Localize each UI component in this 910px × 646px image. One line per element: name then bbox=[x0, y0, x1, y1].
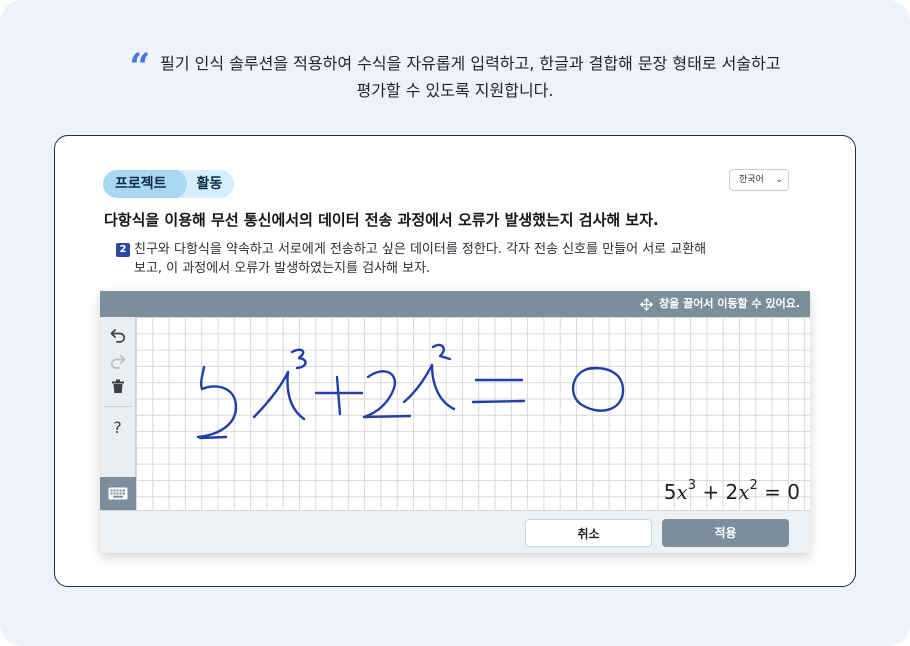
undo-button[interactable] bbox=[100, 322, 135, 348]
editor-footer: 취소 적용 bbox=[100, 510, 810, 553]
drag-hint-text: 창을 끌어서 이동할 수 있어요. bbox=[659, 297, 800, 310]
help-button[interactable]: ? bbox=[100, 414, 135, 440]
question-desc-line-2: 보고, 이 과정에서 오류가 발생하였는지를 검사해 보자. bbox=[134, 261, 431, 276]
tag-project: 프로젝트 bbox=[103, 170, 187, 198]
stroke-digit-5-body bbox=[196, 385, 238, 439]
move-icon bbox=[640, 297, 653, 311]
formula-var-2: x bbox=[738, 480, 750, 504]
stroke-equals-bottom bbox=[471, 399, 526, 404]
trash-icon bbox=[111, 379, 124, 393]
stroke-digit-5-top bbox=[199, 365, 206, 391]
toolbar-divider bbox=[104, 406, 132, 407]
undo-icon bbox=[110, 329, 125, 343]
redo-icon bbox=[110, 355, 125, 369]
question-desc-line-1: 친구와 다항식을 약속하고 서로에게 전송하고 싶은 데이터를 정한다. 각자 … bbox=[134, 242, 707, 257]
language-select[interactable]: 한국어 ⌄ bbox=[729, 169, 789, 191]
stroke-x1-b bbox=[286, 370, 306, 421]
delete-button[interactable] bbox=[100, 373, 135, 399]
stroke-x1-a bbox=[252, 370, 290, 419]
help-icon: ? bbox=[113, 417, 122, 437]
stroke-x2-a bbox=[402, 363, 434, 404]
formula-rhs: 0 bbox=[787, 480, 800, 504]
apply-button[interactable]: 적용 bbox=[662, 519, 789, 547]
stroke-exp-3 bbox=[290, 348, 307, 370]
editor-drag-bar[interactable]: 창을 끌어서 이동할 수 있어요. bbox=[100, 291, 810, 317]
stroke-digit-0 bbox=[571, 366, 625, 412]
chevron-down-icon: ⌄ bbox=[775, 175, 783, 185]
question-title: 다항식을 이용해 무선 통신에서의 데이터 전송 과정에서 오류가 발생했는지 … bbox=[104, 211, 659, 229]
activity-card: 프로젝트 활동 한국어 ⌄ 다항식을 이용해 무선 통신에서의 데이터 전송 과… bbox=[54, 135, 856, 587]
formula-exp-1: 3 bbox=[687, 478, 696, 494]
formula-plus: + bbox=[702, 480, 720, 504]
question-number-badge: 2 bbox=[116, 243, 130, 257]
recognized-formula: 5x3 + 2x2 = 0 bbox=[663, 478, 800, 504]
question-description: 친구와 다항식을 약속하고 서로에게 전송하고 싶은 데이터를 정한다. 각자 … bbox=[134, 240, 794, 278]
redo-button[interactable] bbox=[100, 348, 135, 374]
formula-exp-2: 2 bbox=[749, 478, 758, 494]
stroke-plus-v bbox=[335, 375, 342, 416]
intro-line-1: “ 필기 인식 솔루션을 적용하여 수식을 자유롭게 입력하고, 한글과 결합해 … bbox=[0, 46, 910, 88]
quote-icon: “ bbox=[129, 46, 151, 88]
formula-var-1: x bbox=[676, 480, 688, 504]
intro-line-1-text: 필기 인식 솔루션을 적용하여 수식을 자유롭게 입력하고, 한글과 결합해 문… bbox=[160, 54, 781, 73]
language-value: 한국어 bbox=[739, 175, 764, 185]
stroke-x2-b bbox=[430, 363, 456, 411]
handwriting-editor[interactable]: 창을 끌어서 이동할 수 있어요. ? 5x3 + 2x2 = 0 취소 적용 bbox=[100, 291, 810, 553]
page-background: “ 필기 인식 솔루션을 적용하여 수식을 자유롭게 입력하고, 한글과 결합해 … bbox=[0, 0, 910, 646]
keyboard-button[interactable] bbox=[100, 477, 136, 510]
keyboard-icon bbox=[108, 487, 128, 500]
cancel-button[interactable]: 취소 bbox=[525, 519, 652, 547]
stroke-digit-2 bbox=[362, 370, 412, 419]
stroke-digit-5-base bbox=[198, 435, 228, 440]
formula-equals: = bbox=[764, 480, 781, 504]
stroke-exp-2 bbox=[431, 343, 452, 361]
formula-coef-1: 5 bbox=[663, 480, 677, 504]
handwriting-canvas[interactable]: 5x3 + 2x2 = 0 bbox=[136, 317, 810, 510]
intro-text: “ 필기 인식 솔루션을 적용하여 수식을 자유롭게 입력하고, 한글과 결합해 … bbox=[0, 46, 910, 104]
drag-hint: 창을 끌어서 이동할 수 있어요. bbox=[640, 291, 800, 317]
tag-activity: 활동 bbox=[178, 170, 235, 198]
activity-tags: 프로젝트 활동 bbox=[103, 170, 235, 198]
formula-coef-2: 2 bbox=[725, 480, 739, 504]
